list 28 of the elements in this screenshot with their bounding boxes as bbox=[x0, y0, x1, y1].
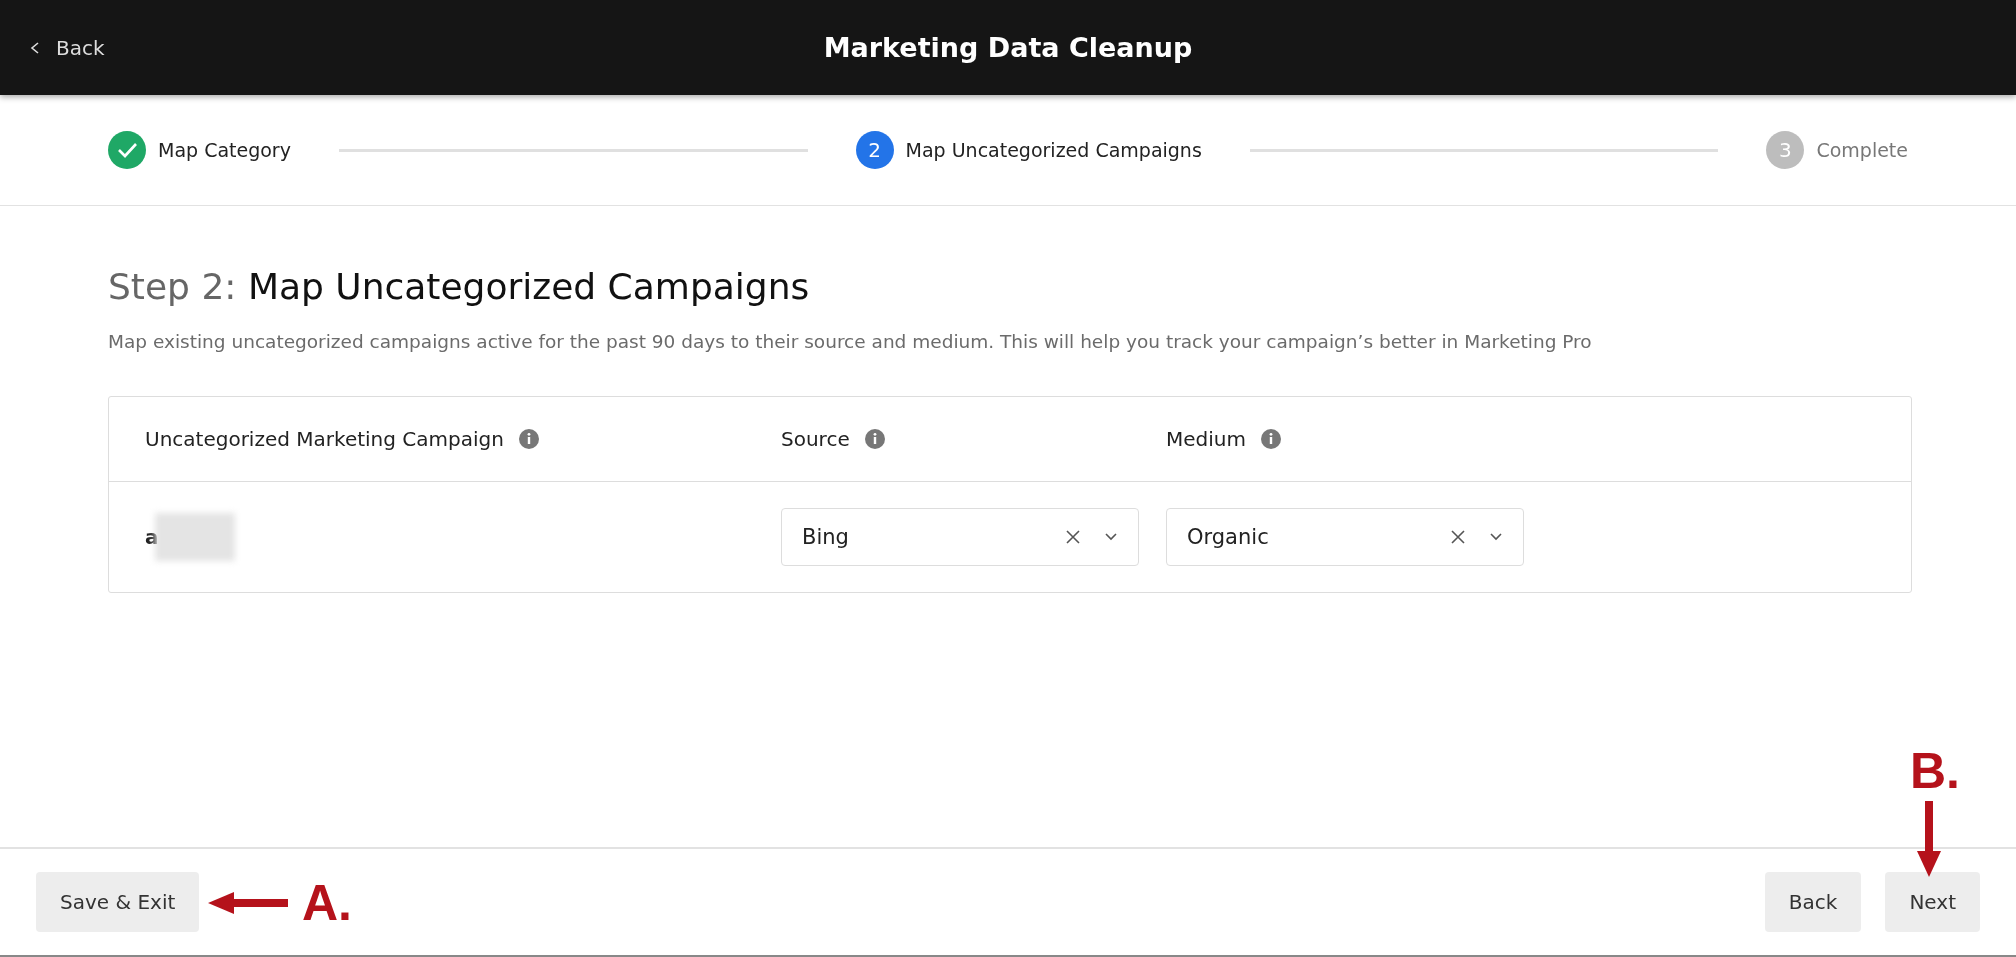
info-icon bbox=[1260, 428, 1282, 450]
column-header: Source bbox=[781, 427, 850, 451]
annotation-label: A. bbox=[302, 878, 352, 928]
chevron-down-icon bbox=[1104, 532, 1118, 542]
annotation-label: B. bbox=[1910, 746, 1960, 796]
column-header: Uncategorized Marketing Campaign bbox=[145, 427, 504, 451]
clear-icon bbox=[1451, 530, 1465, 544]
description-text: Map existing uncategorized campaigns active for the past 90 days to their source and medium. This will help you track your campaign’s better in Marketing Pro bbox=[108, 331, 1593, 352]
app-title: Marketing Data Cleanup bbox=[823, 32, 1193, 63]
clear-icon bbox=[1066, 530, 1080, 544]
info-icon bbox=[517, 428, 540, 450]
step-label: Map Category bbox=[158, 139, 291, 161]
step-label: Complete bbox=[1816, 139, 1908, 161]
chevron-left-icon bbox=[30, 41, 40, 54]
page-heading: Step 2: Map Uncategorized Campaigns bbox=[108, 266, 811, 307]
step-indicator: 2 bbox=[855, 131, 894, 169]
column-header: Medium bbox=[1166, 427, 1246, 451]
source-select[interactable]: Bing bbox=[781, 508, 1139, 566]
medium-select[interactable]: Organic bbox=[1166, 508, 1524, 566]
info-icon bbox=[863, 428, 886, 450]
step-indicator: 3 bbox=[1766, 131, 1805, 169]
back-link[interactable]: Back bbox=[30, 35, 105, 60]
save-exit-button[interactable]: Save & Exit bbox=[36, 872, 200, 932]
back-button[interactable]: Back bbox=[1764, 872, 1862, 932]
next-button[interactable]: Next bbox=[1885, 872, 1980, 932]
step-label: Map Uncategorized Campaigns bbox=[905, 139, 1202, 161]
campaign-name: a bbox=[145, 525, 159, 549]
chevron-down-icon bbox=[1489, 532, 1503, 542]
